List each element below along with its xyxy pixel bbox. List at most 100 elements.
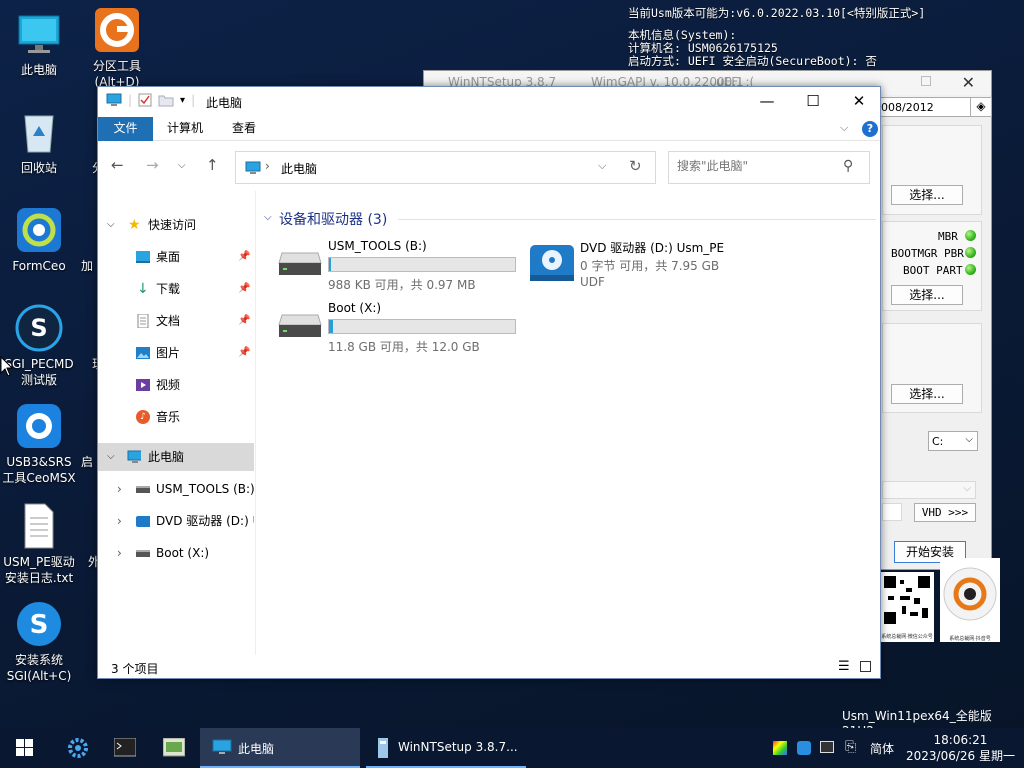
tab-file[interactable]: 文件 (98, 117, 153, 141)
computer-icon (212, 739, 232, 754)
taskbar-clock[interactable]: 18:06:21 2023/06/26 星期一 (906, 732, 1015, 764)
qr-douyin-caption: 系统总裁网·抖音号 (949, 636, 991, 642)
system-info-overlay: 当前Usm版本可能为:v6.0.2022.03.10[<特别版正式>] 本机信息… (628, 7, 925, 68)
collapse-arrow-icon[interactable]: › (117, 507, 122, 535)
select-boot-button[interactable]: 选择... (891, 285, 963, 305)
nav-videos[interactable]: 视频 (98, 371, 254, 399)
forward-button[interactable]: → (146, 156, 159, 174)
taskbar-item-winntsetup[interactable]: WinNTSetup 3.8.7... (366, 728, 526, 768)
tray-icons: ⎘ (770, 728, 866, 768)
explorer-window[interactable]: | ▾ | 此电脑 — ☐ ✕ 文件 计算机 查看 ⌵ ? ← → ⌵ ↑ › … (97, 86, 881, 679)
empty-select[interactable]: ⌵ (882, 481, 976, 499)
large-icons-view-icon[interactable] (860, 661, 871, 672)
search-input[interactable] (677, 159, 837, 173)
taskbar-pinned-cmd[interactable] (106, 728, 144, 768)
new-folder-icon[interactable] (158, 93, 174, 107)
os-select-box[interactable]: 008/2012 (880, 97, 976, 117)
desktop-icon-formceo[interactable]: FormCeo (0, 206, 78, 274)
navigation-bar: ← → ⌵ ↑ › 此电脑 ⌵ ↻ ⚲ (98, 141, 880, 191)
desktop-icon-usb3-tool[interactable]: USB3&SRS 工具CeoMSX (0, 402, 78, 486)
vhd-button[interactable]: VHD >>> (914, 503, 976, 522)
dvd-drive-icon (530, 245, 574, 281)
close-button[interactable]: ✕ (836, 87, 882, 117)
bootpart-label: BOOT PART (903, 264, 963, 277)
up-button[interactable]: ↑ (206, 156, 219, 174)
drive-select[interactable]: C: ⌵ (928, 431, 978, 451)
desktop-icon-recycle-bin[interactable]: 回收站 (0, 108, 78, 176)
help-icon[interactable]: ? (862, 121, 878, 137)
bootmgr-label: BOOTMGR PBR (891, 247, 964, 260)
explorer-titlebar[interactable]: | ▾ | 此电脑 — ☐ ✕ (98, 87, 880, 117)
nav-documents[interactable]: 文档 📌 (98, 307, 254, 335)
drive-tile-boot[interactable]: Boot (X:) 11.8 GB 可用，共 12.0 GB (278, 301, 520, 354)
maximize-icon[interactable] (921, 76, 931, 86)
drive-tile-usm-tools[interactable]: USM_TOOLS (B:) 988 KB 可用，共 0.97 MB (278, 239, 520, 292)
windows-logo-icon (16, 739, 33, 756)
properties-icon[interactable] (138, 93, 152, 107)
select-install-button[interactable]: 选择... (891, 384, 963, 404)
display-icon[interactable] (820, 741, 834, 753)
usb-tool-icon (15, 402, 63, 450)
app-window-icon (163, 738, 185, 757)
color-palette-icon[interactable] (773, 741, 787, 755)
terminal-icon (114, 738, 136, 757)
small-field[interactable] (882, 503, 902, 521)
toolbar-dropdown-icon[interactable]: ▾ (180, 95, 185, 106)
refresh-icon[interactable]: ↻ (629, 157, 642, 175)
settings-button[interactable]: ◈ (970, 97, 992, 117)
pin-icon: 📌 (238, 283, 251, 294)
nav-pictures[interactable]: 图片 📌 (98, 339, 254, 367)
drive-tile-dvd[interactable]: DVD 驱动器 (D:) Usm_PE 0 字节 可用，共 7.95 GB UD… (528, 239, 768, 299)
text-file-icon (15, 502, 63, 550)
nav-downloads[interactable]: ↓ 下载 📌 (98, 275, 254, 303)
nav-music[interactable]: ♪ 音乐 (98, 403, 254, 431)
documents-icon (137, 314, 149, 328)
desktop-icon-this-pc[interactable]: 此电脑 (0, 10, 78, 78)
ime-indicator[interactable]: 简体 (870, 740, 894, 757)
keyboard-icon[interactable]: ⎘ (845, 739, 856, 755)
download-icon: ↓ (137, 281, 149, 297)
nav-drive-boot[interactable]: › Boot (X:) (98, 539, 254, 567)
collapse-arrow-icon[interactable]: › (117, 475, 122, 503)
maximize-button[interactable]: ☐ (790, 87, 836, 117)
address-bar[interactable]: › 此电脑 ⌵ ↻ (235, 151, 656, 184)
nav-drive-usm-tools[interactable]: › USM_TOOLS (B:) (98, 475, 254, 503)
start-button[interactable] (0, 728, 48, 768)
taskbar-pinned-tool[interactable] (154, 728, 194, 768)
content-pane: ⌵ 设备和驱动器 (3) USM_TOOLS (B:) 988 KB 可用，共 … (258, 191, 880, 655)
network-tool-icon[interactable] (797, 741, 811, 755)
tab-computer[interactable]: 计算机 (167, 117, 203, 141)
nav-downloads-label: 下载 (156, 282, 181, 296)
nav-this-pc[interactable]: ⌵ 此电脑 (98, 443, 254, 471)
expand-arrow-icon[interactable]: ⌵ (107, 443, 115, 471)
tab-view[interactable]: 查看 (232, 117, 256, 141)
close-icon[interactable]: ✕ (962, 73, 975, 92)
taskbar-item-explorer[interactable]: 此电脑 (200, 728, 360, 768)
collapse-arrow-icon[interactable]: › (117, 539, 122, 567)
expand-arrow-icon[interactable]: ⌵ (107, 211, 115, 239)
back-button[interactable]: ← (111, 156, 124, 174)
nav-quick-access[interactable]: ⌵ ★ 快速访问 (98, 211, 254, 239)
os-list-text: 008/2012 (881, 101, 934, 114)
nav-documents-label: 文档 (156, 314, 181, 328)
select-source-button[interactable]: 选择... (891, 185, 963, 205)
details-view-icon[interactable]: ☰ (838, 659, 850, 674)
taskbar-pinned-settings[interactable] (60, 728, 96, 768)
nav-desktop[interactable]: 桌面 📌 (98, 243, 254, 271)
navigation-pane: ⌵ ★ 快速访问 桌面 📌 ↓ 下载 📌 文档 📌 图片 📌 视频 ♪ 音乐 ⌵… (98, 191, 256, 655)
minimize-button[interactable]: — (744, 87, 790, 117)
ribbon-expand-icon[interactable]: ⌵ (840, 121, 848, 135)
nav-drive-dvd[interactable]: › DVD 驱动器 (D:) U (98, 507, 254, 535)
search-box[interactable]: ⚲ (668, 151, 870, 184)
desktop-icon-diskgenius[interactable]: 分区工具 (Alt+D) (78, 6, 156, 90)
qr-wechat-caption: 系统总裁网·微信公众号 (881, 634, 933, 640)
desktop-icon-sgi-install[interactable]: S 安装系统 SGI(Alt+C) (0, 600, 78, 684)
address-dropdown-icon[interactable]: ⌵ (598, 159, 606, 173)
search-icon[interactable]: ⚲ (843, 158, 853, 174)
desktop-icon-log-txt[interactable]: USM_PE驱动 安装日志.txt (0, 502, 78, 586)
window-title: 此电脑 (206, 96, 243, 110)
devices-group-header[interactable]: 设备和驱动器 (3) (279, 209, 387, 229)
breadcrumb-this-pc[interactable]: 此电脑 (281, 160, 317, 177)
group-collapse-icon[interactable]: ⌵ (264, 212, 272, 223)
recent-locations-button[interactable]: ⌵ (178, 160, 186, 171)
